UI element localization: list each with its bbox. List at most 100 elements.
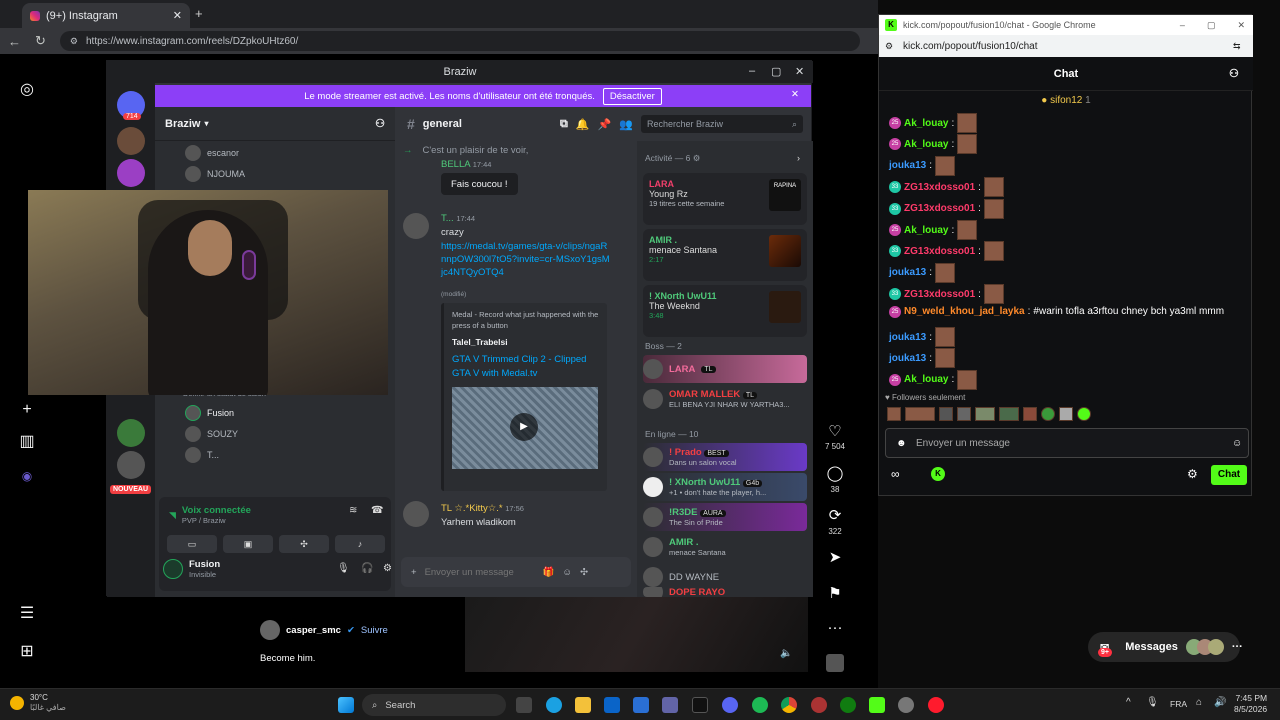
author-name[interactable]: ☆.*Kitty☆.* bbox=[454, 503, 502, 514]
create-icon[interactable]: + bbox=[17, 400, 37, 420]
repost-icon[interactable]: ⟳ bbox=[826, 506, 844, 524]
member-row[interactable]: LARA TL bbox=[643, 355, 807, 383]
emoji-icon[interactable]: ☺ bbox=[1232, 438, 1242, 449]
add-member-icon[interactable]: ⚇ bbox=[375, 117, 385, 130]
server-icon[interactable] bbox=[117, 127, 145, 155]
members-icon[interactable]: 👥 bbox=[619, 118, 633, 131]
disconnect-icon[interactable]: ☎ bbox=[371, 505, 383, 516]
apps-icon[interactable]: ⊞ bbox=[17, 642, 37, 662]
embed-video-thumbnail[interactable]: ▶ bbox=[452, 387, 598, 469]
audio-thumbnail[interactable] bbox=[826, 654, 844, 672]
emote[interactable] bbox=[939, 407, 953, 421]
emote[interactable] bbox=[1023, 407, 1037, 421]
camera-button[interactable]: ▭ bbox=[167, 535, 217, 553]
discord-taskbar-icon[interactable] bbox=[722, 697, 738, 713]
taskbar-search[interactable]: ⌕ Search bbox=[362, 694, 506, 716]
emote[interactable] bbox=[935, 327, 956, 347]
translate-icon[interactable]: ⇆ bbox=[1233, 41, 1241, 52]
member-row[interactable]: DOPE RAYO bbox=[643, 587, 807, 597]
chat-username[interactable]: Ak_louay bbox=[904, 374, 948, 385]
chat-username[interactable]: ZG13xdosso01 bbox=[904, 289, 975, 300]
embed-author[interactable]: Talel_Trabelsi bbox=[452, 337, 599, 347]
edge-icon[interactable] bbox=[546, 697, 562, 713]
disable-streamer-button[interactable]: Désactiver bbox=[602, 87, 662, 105]
server-icon[interactable] bbox=[117, 159, 145, 187]
messages-button[interactable]: ✉ 9+ Messages ··· bbox=[1088, 632, 1243, 662]
maximize-icon[interactable]: ▢ bbox=[1207, 20, 1216, 31]
settings-icon[interactable]: ⚙ bbox=[383, 563, 392, 574]
voice-user[interactable]: SOUZY bbox=[185, 426, 238, 442]
noise-suppression-icon[interactable]: ≋ bbox=[349, 505, 357, 516]
chat-username[interactable]: jouka13 bbox=[889, 267, 926, 278]
search-input[interactable]: Rechercher Braziw ⌕ bbox=[641, 115, 803, 133]
spotify-icon[interactable] bbox=[752, 697, 768, 713]
store-icon[interactable] bbox=[633, 697, 649, 713]
headset-icon[interactable]: 🎧 bbox=[361, 563, 373, 574]
screen-share-button[interactable]: ▣ bbox=[223, 535, 273, 553]
soundboard-button[interactable]: ♪ bbox=[335, 535, 385, 553]
chat-username[interactable]: ZG13xdosso01 bbox=[904, 182, 975, 193]
app-icon[interactable] bbox=[811, 697, 827, 713]
close-icon[interactable]: ✕ bbox=[1237, 20, 1245, 31]
voice-user[interactable]: NJOUMA bbox=[185, 166, 245, 182]
language-indicator[interactable]: FRA bbox=[1170, 699, 1187, 709]
member-row[interactable]: OMAR MALLEK TL ELI BENA YJI NHAR W YARTHA… bbox=[643, 385, 807, 413]
tab-instagram[interactable]: (9+) Instagram ✕ bbox=[22, 3, 190, 28]
close-icon[interactable]: ✕ bbox=[795, 65, 804, 78]
close-tab-icon[interactable]: ✕ bbox=[173, 9, 182, 22]
emote-picker-icon[interactable]: ☻ bbox=[896, 438, 907, 449]
url-field[interactable]: ⚙ https://www.instagram.com/reels/DZpkoU… bbox=[59, 31, 860, 51]
emote[interactable] bbox=[957, 113, 978, 133]
emote[interactable] bbox=[905, 407, 935, 421]
emoji-icon[interactable]: ☺ bbox=[562, 567, 572, 578]
emote[interactable] bbox=[983, 241, 1004, 262]
back-icon[interactable]: ← bbox=[8, 34, 21, 49]
settings-taskbar-icon[interactable] bbox=[898, 697, 914, 713]
avatar[interactable] bbox=[403, 213, 429, 239]
activities-button[interactable]: ✣ bbox=[279, 535, 329, 553]
emote[interactable] bbox=[1077, 407, 1091, 421]
mic-icon[interactable]: 🎙 bbox=[337, 563, 350, 574]
mic-tray-icon[interactable]: 🎙 bbox=[1146, 697, 1159, 708]
comment-icon[interactable]: ◯ bbox=[826, 464, 844, 482]
opera-icon[interactable] bbox=[928, 697, 944, 713]
member-row[interactable]: ! XNorth UwU11 G4b +1 • don't hate the pl… bbox=[643, 473, 807, 501]
emote[interactable] bbox=[983, 198, 1004, 219]
chat-username[interactable]: jouka13 bbox=[889, 332, 926, 343]
chat-username[interactable]: ZG13xdosso01 bbox=[904, 203, 975, 214]
message-link[interactable]: https://medal.tv/games/gta-v/clips/ngaRn… bbox=[441, 240, 611, 279]
emote[interactable] bbox=[1041, 407, 1055, 421]
activity-card[interactable]: LARA Young Rz 19 titres cette semaine RAPI… bbox=[643, 173, 807, 225]
settings-icon[interactable]: ⚙ bbox=[1187, 467, 1198, 481]
server-icon[interactable] bbox=[117, 419, 145, 447]
chat-username[interactable]: ZG13xdosso01 bbox=[904, 246, 975, 257]
gift-icon[interactable]: 🎁 bbox=[543, 567, 555, 578]
mute-icon[interactable]: 🔈 bbox=[780, 648, 792, 659]
chat-username[interactable]: Ak_louay bbox=[904, 118, 948, 129]
emote[interactable] bbox=[957, 134, 978, 155]
meta-ai-icon[interactable]: ◉ bbox=[17, 466, 37, 486]
maximize-icon[interactable]: ▢ bbox=[771, 65, 781, 78]
chat-username[interactable]: jouka13 bbox=[889, 160, 926, 171]
infinity-icon[interactable]: ∞ bbox=[891, 467, 900, 481]
menu-icon[interactable]: ☰ bbox=[17, 604, 37, 624]
new-tab-icon[interactable]: + bbox=[195, 6, 203, 21]
emote[interactable] bbox=[935, 262, 956, 283]
more-icon[interactable]: ··· bbox=[826, 619, 844, 636]
reel-video-bottom[interactable] bbox=[465, 596, 808, 672]
capcut-icon[interactable] bbox=[692, 697, 708, 713]
avatar[interactable] bbox=[403, 501, 429, 527]
emote[interactable] bbox=[983, 177, 1004, 198]
wave-button[interactable]: Fais coucou ! bbox=[441, 173, 518, 195]
chevron-up-icon[interactable]: ^ bbox=[1126, 697, 1131, 708]
apps-icon[interactable]: ✣ bbox=[580, 567, 588, 578]
bell-icon[interactable]: 🔔 bbox=[576, 118, 590, 131]
voice-user[interactable]: Fusion bbox=[185, 405, 234, 421]
chevron-right-icon[interactable]: › bbox=[797, 153, 800, 163]
kick-address[interactable]: ⚙ kick.com/popout/fusion10/chat ⇆ bbox=[879, 35, 1253, 57]
emote[interactable] bbox=[887, 407, 901, 421]
author-name[interactable]: T... bbox=[441, 213, 454, 224]
chat-username[interactable]: Ak_louay bbox=[904, 225, 948, 236]
emote[interactable] bbox=[999, 407, 1019, 421]
emote[interactable] bbox=[983, 284, 1004, 305]
